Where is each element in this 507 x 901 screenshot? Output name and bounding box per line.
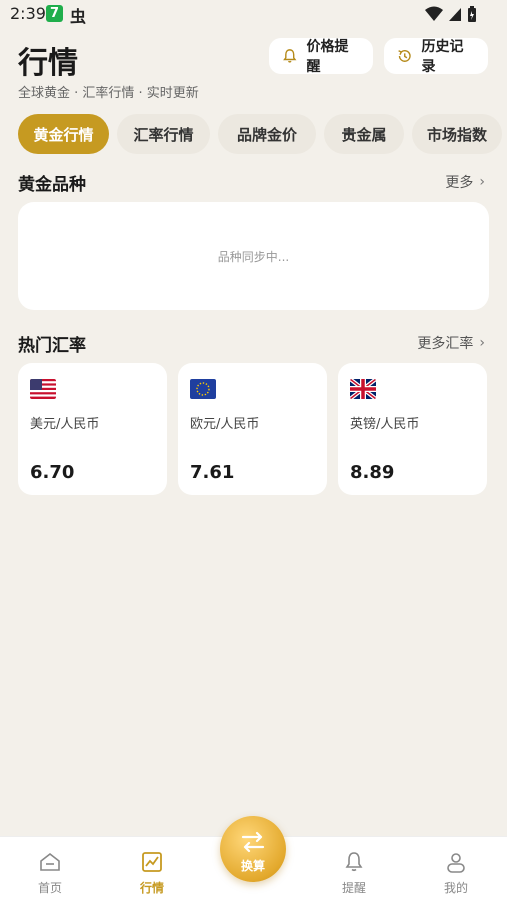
gold-varieties-card: 品种同步中...: [18, 202, 489, 310]
rates-more-label: 更多汇率: [417, 336, 474, 352]
nav-alerts-label: 提醒: [341, 881, 366, 895]
chevron-right-icon: ›: [479, 335, 485, 351]
convert-fab-button[interactable]: 换算: [220, 816, 286, 882]
nav-profile[interactable]: 我的: [416, 837, 496, 901]
rates-more-link[interactable]: 更多汇率 ›: [417, 333, 485, 353]
history-button[interactable]: 历史记录: [384, 38, 488, 75]
tab-gold[interactable]: 黄金行情: [18, 114, 109, 154]
bell-icon: [345, 852, 363, 872]
page-title: 行情: [18, 46, 78, 81]
uk-flag-icon: [350, 379, 376, 399]
home-icon: [40, 852, 60, 871]
swap-arrows-icon: [241, 831, 265, 853]
rate-value: 8.89: [350, 462, 395, 483]
rate-pair-label: 欧元/人民币: [190, 417, 260, 432]
rate-pair-label: 英镑/人民币: [350, 417, 420, 432]
history-label: 历史记录: [421, 39, 464, 75]
status-bar: 2:39 7 虫: [0, 0, 507, 30]
debug-icon: 虫: [70, 7, 87, 26]
status-icons: [424, 6, 477, 22]
category-tabs: 黄金行情 汇率行情 品牌金价 贵金属 市场指数: [18, 114, 502, 154]
gold-more-label: 更多: [445, 175, 474, 191]
price-alert-label: 价格提醒: [306, 39, 349, 75]
nav-home-label: 首页: [37, 881, 62, 895]
rate-value: 6.70: [30, 462, 75, 483]
history-icon: [398, 50, 411, 62]
convert-fab-label: 换算: [240, 859, 265, 873]
price-alert-button[interactable]: 价格提醒: [269, 38, 373, 75]
app-notification-icon: 7: [46, 5, 63, 22]
tab-brand-gold[interactable]: 品牌金价: [218, 114, 316, 154]
rate-card-usd[interactable]: 美元/人民币 6.70: [18, 363, 167, 495]
gold-more-link[interactable]: 更多 ›: [445, 172, 485, 192]
rate-card-eur[interactable]: 欧元/人民币 7.61: [178, 363, 327, 495]
rate-value: 7.61: [190, 462, 235, 483]
page-subtitle: 全球黄金 · 汇率行情 · 实时更新: [18, 86, 199, 101]
rate-pair-label: 美元/人民币: [30, 417, 100, 432]
rates-section-title: 热门汇率: [18, 336, 86, 356]
user-icon: [447, 853, 465, 873]
tab-exchange-rates[interactable]: 汇率行情: [117, 114, 210, 154]
us-flag-icon: [30, 379, 56, 399]
chart-icon: [142, 852, 162, 872]
nav-profile-label: 我的: [443, 881, 468, 895]
eu-flag-icon: [190, 379, 216, 399]
battery-icon: [468, 6, 476, 22]
wifi-icon: [424, 6, 443, 21]
rate-card-gbp[interactable]: 英镑/人民币 8.89: [338, 363, 487, 495]
status-time: 2:39: [10, 4, 46, 23]
sync-placeholder: 品种同步中...: [217, 249, 290, 264]
cell-signal-icon: [448, 8, 461, 21]
bell-icon: [283, 49, 297, 63]
chevron-right-icon: ›: [479, 174, 485, 190]
nav-market[interactable]: 行情: [112, 837, 192, 901]
gold-section-title: 黄金品种: [18, 175, 86, 195]
tab-precious-metals[interactable]: 贵金属: [324, 114, 404, 154]
nav-home[interactable]: 首页: [10, 837, 90, 901]
tab-market-index[interactable]: 市场指数: [412, 114, 502, 154]
nav-alerts[interactable]: 提醒: [314, 837, 394, 901]
nav-market-label: 行情: [139, 881, 164, 895]
